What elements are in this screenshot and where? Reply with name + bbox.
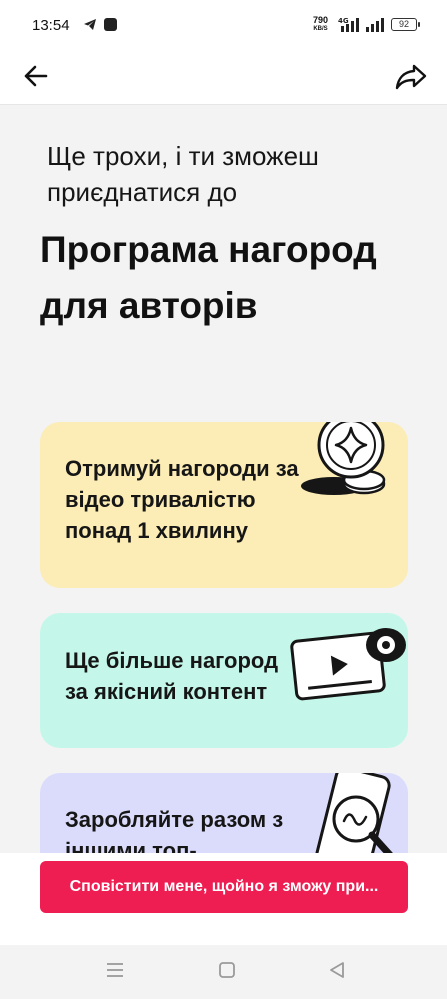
signal-bars-icon — [366, 18, 384, 32]
network-speed: 790 KB/S — [313, 15, 329, 33]
back-button[interactable] — [20, 60, 52, 92]
page-title: Програма нагород для авторів — [40, 229, 377, 326]
notification-app-icon — [104, 18, 117, 31]
reward-card-long-video: Отримуй нагороди за відео тривалістю пон… — [40, 422, 408, 588]
reward-card-quality-content: Ще більше нагород за якісний контент — [40, 613, 408, 748]
card-text: Ще більше нагород за якісний контент — [65, 648, 279, 704]
notify-me-button[interactable]: Сповістити мене, щойно я зможу при... — [40, 861, 408, 913]
status-time: 13:54 — [32, 17, 70, 34]
status-bar: 13:54 790 KB/S 4G 92 — [0, 0, 447, 48]
intro-text: Ще трохи, і ти зможеш приєднатися до — [47, 141, 319, 207]
signal-4g-icon: 4G — [338, 17, 359, 32]
battery-indicator: 92 — [391, 18, 420, 31]
system-nav-bar — [0, 945, 447, 999]
square-home-icon[interactable] — [218, 961, 236, 979]
coin-icon — [301, 422, 386, 495]
top-bar — [0, 48, 447, 105]
card-text: Отримуй нагороди за відео тривалістю пон… — [65, 456, 299, 543]
telegram-icon — [84, 19, 96, 30]
share-button[interactable] — [394, 60, 428, 92]
menu-lines-icon[interactable] — [106, 961, 124, 979]
video-player-icon — [290, 628, 406, 701]
svg-text:4G: 4G — [338, 17, 349, 25]
triangle-back-icon[interactable] — [328, 961, 346, 979]
bottom-cta-panel: Сповістити мене, щойно я зможу при... — [0, 853, 447, 945]
